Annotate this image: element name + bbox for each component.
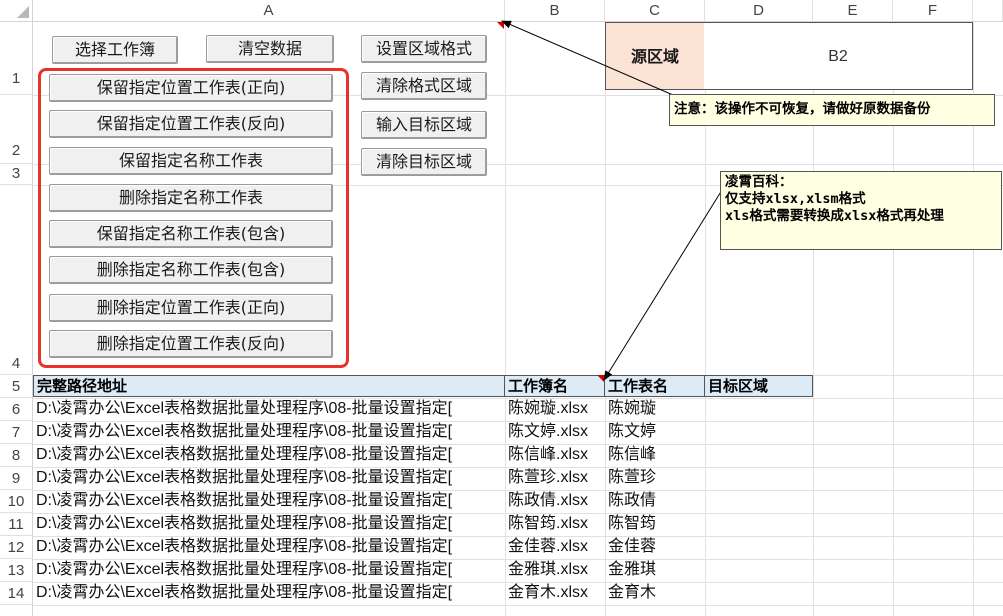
info-arrow (603, 189, 723, 381)
info-comment-line: xls格式需要转换成xlsx格式再处理 (725, 208, 944, 224)
warning-comment[interactable]: 注意：该操作不可恢复，请做好原数据备份 (669, 94, 995, 126)
info-comment-line: 凌霄百科： (725, 174, 793, 190)
warning-arrow (501, 20, 681, 99)
comment-arrows (501, 20, 723, 381)
info-comment[interactable]: 凌霄百科： 仅支持xlsx,xlsm格式 xls格式需要转换成xlsx格式再处理 (720, 171, 1002, 250)
info-comment-line: 仅支持xlsx,xlsm格式 (725, 191, 866, 207)
